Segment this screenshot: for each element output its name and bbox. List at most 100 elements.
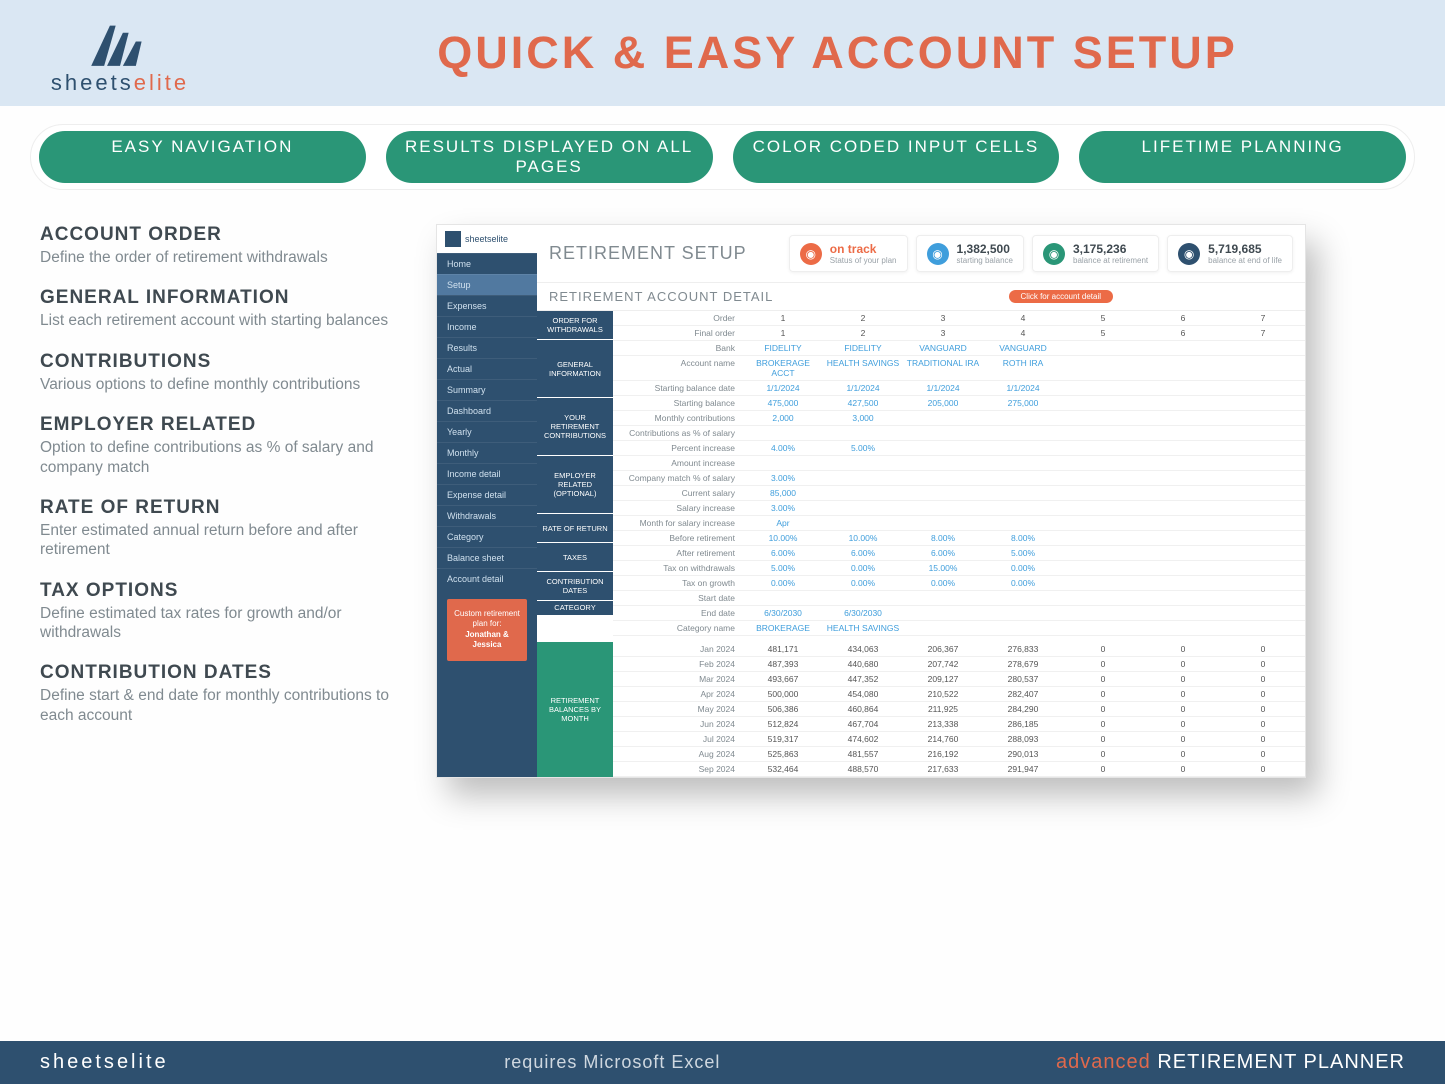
cell[interactable] <box>1223 486 1303 500</box>
cell[interactable] <box>983 501 1063 515</box>
cell[interactable]: 8.00% <box>903 531 983 545</box>
cell[interactable] <box>743 426 823 440</box>
cell[interactable] <box>1143 356 1223 380</box>
cell[interactable] <box>903 516 983 530</box>
cell[interactable]: 0.00% <box>903 576 983 590</box>
nav-actual[interactable]: Actual <box>437 358 537 379</box>
cell[interactable] <box>983 621 1063 635</box>
cell[interactable] <box>903 456 983 470</box>
cell[interactable]: 7 <box>1223 311 1303 325</box>
cell[interactable] <box>1143 341 1223 355</box>
cell[interactable]: Apr <box>743 516 823 530</box>
cell[interactable]: 85,000 <box>743 486 823 500</box>
nav-yearly[interactable]: Yearly <box>437 421 537 442</box>
cell[interactable]: 0.00% <box>983 561 1063 575</box>
cell[interactable]: 3 <box>903 326 983 340</box>
cell[interactable]: 3.00% <box>743 501 823 515</box>
cell[interactable]: 7 <box>1223 326 1303 340</box>
cell[interactable]: 1 <box>743 311 823 325</box>
cell[interactable]: 4 <box>983 311 1063 325</box>
cell[interactable]: ROTH IRA <box>983 356 1063 380</box>
cell[interactable]: 5 <box>1063 311 1143 325</box>
cell[interactable] <box>1063 426 1143 440</box>
cell[interactable]: 3 <box>903 311 983 325</box>
nav-balance-sheet[interactable]: Balance sheet <box>437 547 537 568</box>
cell[interactable] <box>1063 561 1143 575</box>
cell[interactable] <box>1223 501 1303 515</box>
cell[interactable] <box>1223 561 1303 575</box>
cell[interactable]: 5 <box>1063 326 1143 340</box>
cell[interactable] <box>823 471 903 485</box>
cell[interactable] <box>983 456 1063 470</box>
cell[interactable] <box>1143 591 1223 605</box>
cell[interactable] <box>743 456 823 470</box>
nav-monthly[interactable]: Monthly <box>437 442 537 463</box>
cell[interactable]: 2 <box>823 326 903 340</box>
cell[interactable]: 5.00% <box>823 441 903 455</box>
cell[interactable]: 15.00% <box>903 561 983 575</box>
cell[interactable]: 0.00% <box>823 561 903 575</box>
cell[interactable] <box>1143 501 1223 515</box>
cell[interactable] <box>1143 546 1223 560</box>
cell[interactable] <box>1223 471 1303 485</box>
cell[interactable]: HEALTH SAVINGS <box>823 621 903 635</box>
cell[interactable] <box>823 456 903 470</box>
cell[interactable] <box>1063 591 1143 605</box>
nav-setup[interactable]: Setup <box>437 274 537 295</box>
nav-income[interactable]: Income <box>437 316 537 337</box>
cell[interactable] <box>1143 381 1223 395</box>
cell[interactable]: 6.00% <box>823 546 903 560</box>
cell[interactable] <box>1223 591 1303 605</box>
nav-withdrawals[interactable]: Withdrawals <box>437 505 537 526</box>
cell[interactable]: VANGUARD <box>983 341 1063 355</box>
cell[interactable]: 6/30/2030 <box>823 606 903 620</box>
cell[interactable] <box>903 426 983 440</box>
cell[interactable] <box>1223 396 1303 410</box>
cell[interactable]: BROKERAGE ACCT <box>743 356 823 380</box>
cell[interactable] <box>1143 441 1223 455</box>
cell[interactable] <box>1063 531 1143 545</box>
nav-results[interactable]: Results <box>437 337 537 358</box>
nav-income-detail[interactable]: Income detail <box>437 463 537 484</box>
cell[interactable] <box>1223 516 1303 530</box>
cell[interactable] <box>983 516 1063 530</box>
cell[interactable]: 5.00% <box>983 546 1063 560</box>
cell[interactable] <box>1063 546 1143 560</box>
cell[interactable] <box>743 591 823 605</box>
cell[interactable] <box>1063 356 1143 380</box>
cell[interactable] <box>1223 576 1303 590</box>
cell[interactable]: 1/1/2024 <box>983 381 1063 395</box>
cell[interactable] <box>823 501 903 515</box>
cell[interactable] <box>1223 341 1303 355</box>
cell[interactable]: 2,000 <box>743 411 823 425</box>
cell[interactable]: 0.00% <box>983 576 1063 590</box>
cell[interactable] <box>1063 516 1143 530</box>
cell[interactable] <box>1143 531 1223 545</box>
cell[interactable]: 1/1/2024 <box>903 381 983 395</box>
cell[interactable] <box>1143 411 1223 425</box>
cell[interactable] <box>903 411 983 425</box>
cell[interactable] <box>1143 576 1223 590</box>
cell[interactable] <box>903 501 983 515</box>
cell[interactable] <box>983 426 1063 440</box>
cell[interactable]: 0.00% <box>743 576 823 590</box>
cell[interactable] <box>1063 471 1143 485</box>
cell[interactable] <box>903 486 983 500</box>
cell[interactable] <box>1223 441 1303 455</box>
cell[interactable] <box>1143 516 1223 530</box>
cell[interactable]: 475,000 <box>743 396 823 410</box>
nav-dashboard[interactable]: Dashboard <box>437 400 537 421</box>
cell[interactable]: 1/1/2024 <box>743 381 823 395</box>
cell[interactable]: 1/1/2024 <box>823 381 903 395</box>
cell[interactable]: 10.00% <box>823 531 903 545</box>
cell[interactable]: 5.00% <box>743 561 823 575</box>
cell[interactable] <box>1063 501 1143 515</box>
cell[interactable] <box>983 486 1063 500</box>
cell[interactable] <box>1223 411 1303 425</box>
cell[interactable]: 6 <box>1143 326 1223 340</box>
cell[interactable] <box>903 471 983 485</box>
cell[interactable] <box>903 621 983 635</box>
cell[interactable]: 0.00% <box>823 576 903 590</box>
cell[interactable] <box>1063 606 1143 620</box>
cell[interactable]: 427,500 <box>823 396 903 410</box>
